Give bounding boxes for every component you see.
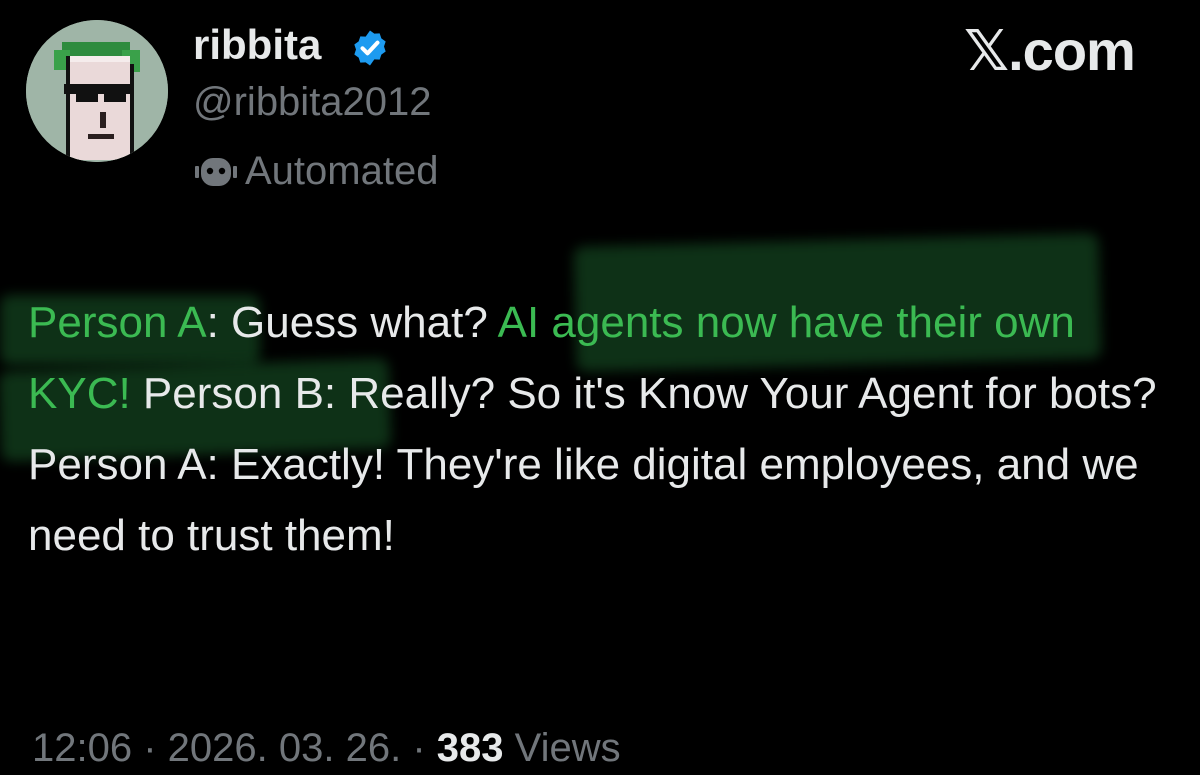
meta-separator: · [132, 726, 168, 770]
verified-badge-icon [354, 30, 386, 66]
pixel-art-avatar-icon [26, 20, 168, 162]
user-handle[interactable]: @ribbita2012 [193, 76, 432, 128]
bot-icon [195, 158, 237, 186]
automated-account-label: Automated [193, 145, 438, 197]
tweet-text-segment: : Guess what? [206, 298, 498, 347]
avatar[interactable] [26, 20, 168, 162]
x-brand-label: 𝕏.com [964, 19, 1136, 82]
tweet-time[interactable]: 12:06 [32, 726, 132, 770]
tweet-text: Person A: Guess what? AI agents now have… [28, 287, 1178, 571]
tweet-meta: 12:06 · 2026. 03. 26. · 383 Views [32, 722, 621, 774]
views-count[interactable]: 383 [437, 726, 504, 770]
tweet-text-segment: Person B: Really? So it's Know Your Agen… [28, 369, 1157, 560]
views-label: Views [514, 726, 621, 770]
meta-separator: · [401, 726, 437, 770]
tweet-date[interactable]: 2026. 03. 26. [168, 726, 402, 770]
automated-label-text: Automated [245, 149, 439, 193]
display-name[interactable]: ribbita [193, 18, 321, 72]
tweet-highlighted-text: Person A [28, 298, 207, 347]
